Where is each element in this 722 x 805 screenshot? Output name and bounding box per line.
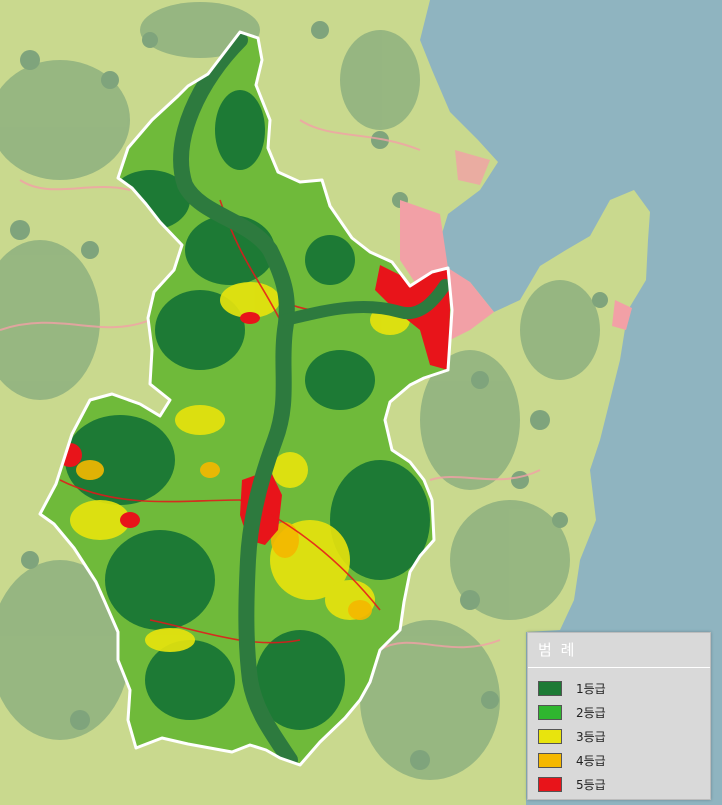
legend-label-grade-5: 5등급 xyxy=(576,777,606,792)
legend-swatch-grade-4 xyxy=(538,752,562,768)
legend-label-grade-1: 1등급 xyxy=(576,681,606,696)
legend-item-grade-1: 1등급 xyxy=(528,676,710,700)
legend-swatch-grade-3 xyxy=(538,728,562,744)
legend-items: 1등급 2등급 3등급 4등급 5등급 xyxy=(528,668,710,796)
map-legend: 범 례 1등급 2등급 3등급 4등급 5등급 xyxy=(527,632,711,800)
legend-item-grade-5: 5등급 xyxy=(528,772,710,796)
legend-swatch-grade-1 xyxy=(538,680,562,696)
legend-label-grade-2: 2등급 xyxy=(576,705,606,720)
legend-title: 범 례 xyxy=(528,633,710,668)
legend-item-grade-3: 3등급 xyxy=(528,724,710,748)
legend-swatch-grade-2 xyxy=(538,704,562,720)
legend-item-grade-4: 4등급 xyxy=(528,748,710,772)
legend-label-grade-4: 4등급 xyxy=(576,753,606,768)
legend-item-grade-2: 2등급 xyxy=(528,700,710,724)
legend-swatch-grade-5 xyxy=(538,776,562,792)
legend-label-grade-3: 3등급 xyxy=(576,729,606,744)
